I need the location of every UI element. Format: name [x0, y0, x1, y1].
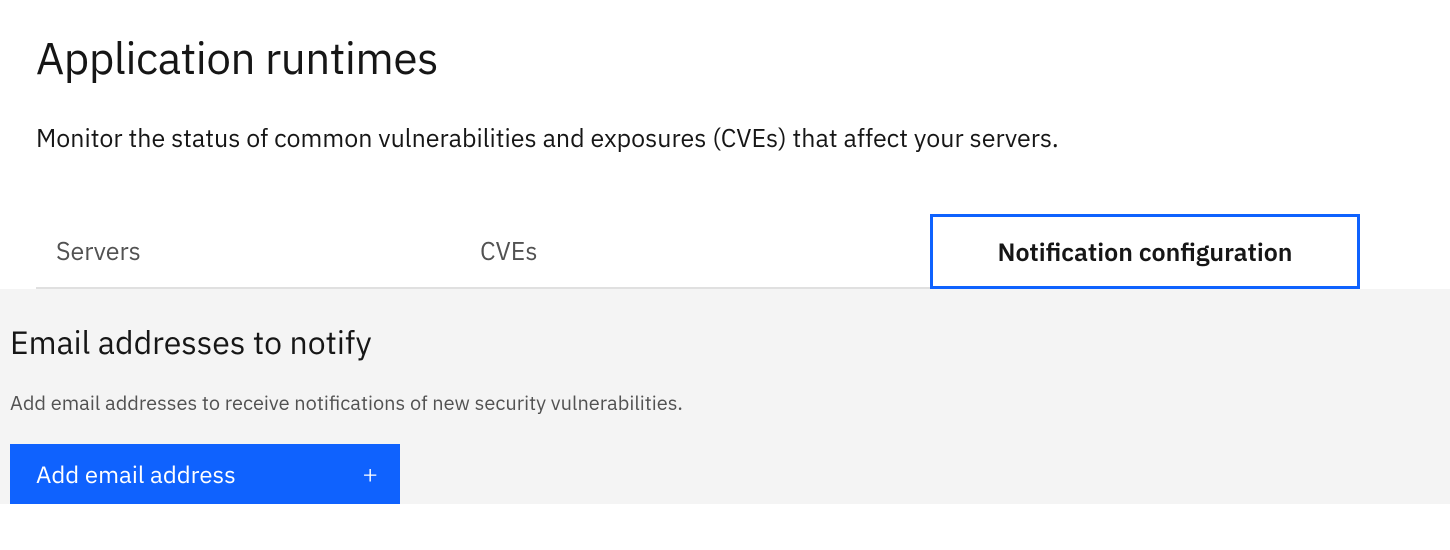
panel-subtitle: Add email addresses to receive notificat…: [10, 389, 1450, 416]
page-container: Application runtimes Monitor the status …: [0, 0, 1450, 504]
page-title: Application runtimes: [36, 30, 1450, 87]
tab-label: Notification configuration: [997, 235, 1292, 268]
panel-title: Email addresses to notify: [10, 321, 1450, 363]
tab-servers[interactable]: Servers: [36, 214, 460, 289]
tab-bar: Servers CVEs Notification configuration: [36, 214, 1360, 289]
page-subtitle: Monitor the status of common vulnerabili…: [36, 121, 1450, 154]
add-email-address-button[interactable]: Add email address +: [10, 444, 400, 504]
tab-cves[interactable]: CVEs: [460, 214, 930, 289]
plus-icon: +: [362, 461, 378, 487]
tab-label: CVEs: [480, 234, 538, 267]
tab-label: Servers: [56, 234, 141, 267]
tab-notification-configuration[interactable]: Notification configuration: [930, 214, 1360, 289]
add-button-label: Add email address: [36, 458, 236, 490]
notification-panel: Email addresses to notify Add email addr…: [0, 289, 1450, 504]
